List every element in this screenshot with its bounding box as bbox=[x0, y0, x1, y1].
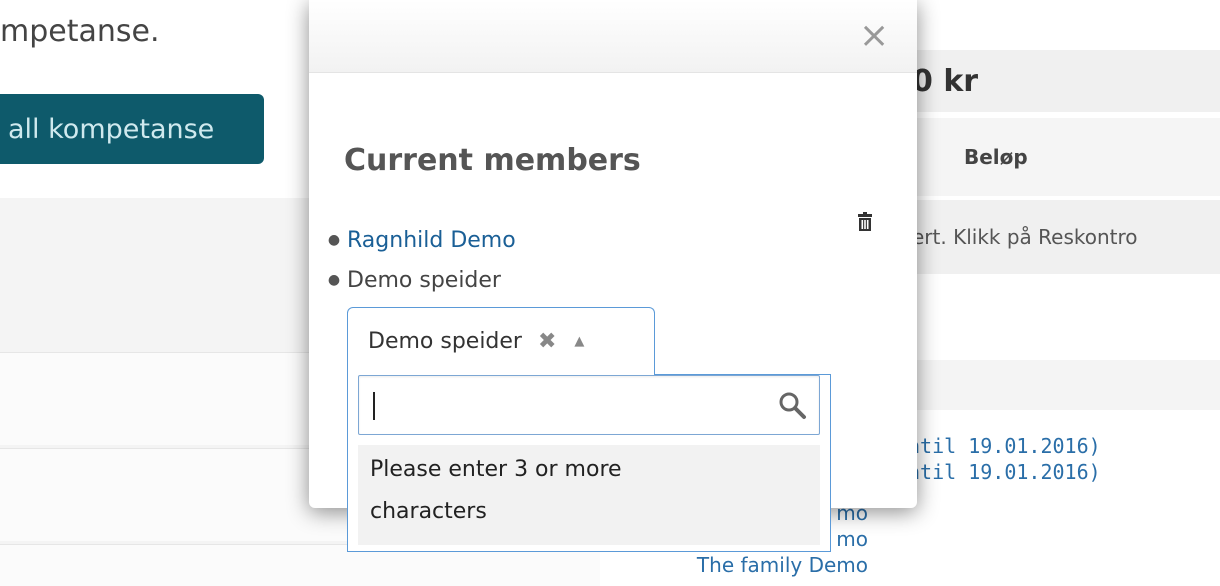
arrow-up-icon[interactable]: ▲ bbox=[574, 334, 584, 349]
list-item: ● Demo speider bbox=[321, 260, 516, 300]
text-cursor bbox=[373, 392, 375, 420]
bullet: ● bbox=[327, 272, 341, 288]
right-panel-block bbox=[900, 360, 1220, 410]
member-select[interactable]: Demo speider ✖ ▲ bbox=[347, 307, 655, 375]
bullet: ● bbox=[327, 232, 341, 248]
select-dropdown: Please enter 3 or more characters bbox=[347, 374, 831, 552]
search-input[interactable] bbox=[369, 386, 763, 426]
total-amount-header: 0 kr bbox=[900, 50, 1220, 112]
date-line: ntil 19.01.2016) bbox=[908, 434, 1101, 458]
member-name: Demo speider bbox=[347, 267, 501, 293]
message-line: characters bbox=[370, 499, 487, 524]
family-line[interactable]: The family Demo bbox=[640, 552, 868, 578]
page-heading-fragment: mpetanse. bbox=[0, 14, 160, 49]
trash-icon[interactable] bbox=[857, 212, 873, 232]
search-field[interactable] bbox=[358, 375, 820, 435]
member-link[interactable]: Ragnhild Demo bbox=[347, 228, 516, 253]
amount-column-header: Beløp bbox=[900, 118, 1220, 196]
install-competence-button[interactable]: all kompetanse bbox=[0, 94, 264, 164]
message-line: Please enter 3 or more bbox=[370, 457, 622, 482]
results-message: Please enter 3 or more characters bbox=[358, 445, 820, 545]
modal-title: Current members bbox=[344, 143, 641, 178]
ledger-note: ert. Klikk på Reskontro bbox=[900, 200, 1220, 274]
date-list: ntil 19.01.2016) ntil 19.01.2016) bbox=[908, 433, 1101, 485]
list-item: ● Ragnhild Demo bbox=[321, 220, 516, 260]
clear-icon[interactable]: ✖ bbox=[538, 329, 556, 354]
select-value: Demo speider bbox=[368, 329, 522, 354]
search-icon bbox=[779, 392, 806, 419]
modal-header bbox=[309, 0, 917, 73]
date-line: ntil 19.01.2016) bbox=[908, 460, 1101, 484]
close-icon[interactable]: × bbox=[859, 16, 889, 56]
member-list: ● Ragnhild Demo ● Demo speider bbox=[321, 220, 516, 300]
